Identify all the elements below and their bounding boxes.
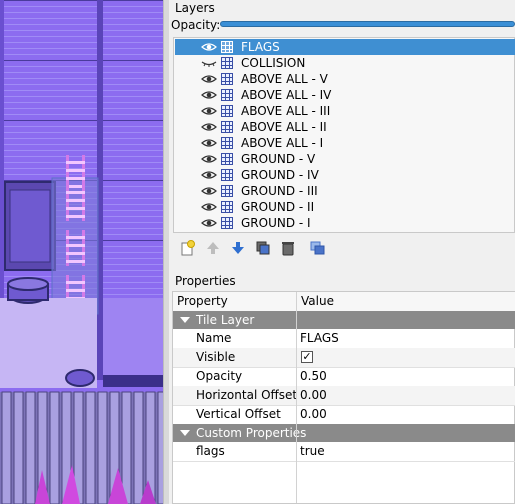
map-canvas[interactable] — [0, 0, 163, 504]
tile-layer-icon — [221, 185, 233, 197]
layer-row[interactable]: ABOVE ALL - V — [175, 71, 515, 87]
eye-closed-icon[interactable] — [201, 57, 217, 69]
layer-name: ABOVE ALL - IV — [241, 88, 332, 102]
properties-table: Property Value Tile Layer Name FLAGS Vis… — [172, 291, 515, 504]
eye-icon[interactable] — [201, 89, 217, 101]
layer-row[interactable]: ABOVE ALL - IV — [175, 87, 515, 103]
layer-toolbar — [179, 238, 333, 258]
collapse-arrow-icon[interactable] — [180, 430, 190, 436]
eye-icon[interactable] — [201, 73, 217, 85]
property-name: Vertical Offset — [196, 407, 281, 421]
layer-row[interactable]: GROUND - V — [175, 151, 515, 167]
property-row-opacity[interactable]: Opacity 0.50 — [173, 367, 515, 387]
group-label: Tile Layer — [196, 313, 255, 327]
eye-icon[interactable] — [201, 41, 217, 53]
group-custom-properties[interactable]: Custom Properties — [173, 424, 515, 442]
property-value[interactable]: 0.50 — [300, 369, 327, 383]
eye-icon[interactable] — [201, 153, 217, 165]
move-layer-down-icon — [232, 242, 244, 254]
move-layer-up-icon — [207, 242, 219, 254]
map-tiles — [0, 0, 163, 504]
property-row-horizontal-offset[interactable]: Horizontal Offset 0.00 — [173, 386, 515, 406]
layer-row[interactable]: FLAGS — [175, 39, 515, 55]
eye-icon[interactable] — [201, 137, 217, 149]
opacity-label: Opacity: — [171, 18, 221, 32]
duplicate-layer-button[interactable] — [254, 239, 272, 257]
property-row-visible[interactable]: Visible ✓ — [173, 348, 515, 368]
layer-name: ABOVE ALL - III — [241, 104, 331, 118]
property-row-vertical-offset[interactable]: Vertical Offset 0.00 — [173, 405, 515, 425]
layer-name: GROUND - I — [241, 216, 311, 230]
eye-icon[interactable] — [201, 169, 217, 181]
tile-layer-icon — [221, 73, 233, 85]
property-name: Opacity — [196, 369, 243, 383]
property-name: Horizontal Offset — [196, 388, 298, 402]
property-value[interactable]: FLAGS — [300, 331, 339, 345]
layer-row[interactable]: COLLISION — [175, 55, 515, 71]
tile-layer-icon — [221, 201, 233, 213]
eye-icon[interactable] — [201, 185, 217, 197]
tile-layer-icon — [221, 153, 233, 165]
properties-header: Property Value — [173, 292, 515, 312]
tile-layer-icon — [221, 41, 233, 53]
property-value[interactable]: true — [300, 444, 325, 458]
layer-row[interactable]: ABOVE ALL - III — [175, 103, 515, 119]
show-hide-others-icon — [310, 241, 325, 255]
properties-panel-title: Properties — [175, 274, 236, 288]
layer-name: GROUND - IV — [241, 168, 319, 182]
side-panel: Layers Opacity: FLAGS COLLISION ABOVE ALL … — [169, 0, 515, 504]
layer-row[interactable]: GROUND - I — [175, 215, 515, 231]
layer-name: ABOVE ALL - I — [241, 136, 324, 150]
property-name: flags — [196, 444, 225, 458]
value-column-header[interactable]: Value — [301, 294, 334, 308]
layer-name: ABOVE ALL - II — [241, 120, 327, 134]
tile-layer-icon — [221, 121, 233, 133]
move-layer-up-button[interactable] — [204, 239, 222, 257]
group-tile-layer[interactable]: Tile Layer — [173, 311, 515, 329]
layer-row[interactable]: GROUND - III — [175, 183, 515, 199]
tile-layer-icon — [221, 217, 233, 229]
layer-row[interactable]: ABOVE ALL - II — [175, 119, 515, 135]
eye-icon[interactable] — [201, 121, 217, 133]
visible-checkbox[interactable]: ✓ — [301, 351, 313, 363]
layer-name: GROUND - II — [241, 200, 315, 214]
property-value[interactable]: 0.00 — [300, 407, 327, 421]
layer-name: GROUND - III — [241, 184, 318, 198]
layer-name: COLLISION — [241, 56, 306, 70]
layer-name: GROUND - V — [241, 152, 316, 166]
eye-icon[interactable] — [201, 105, 217, 117]
collapse-arrow-icon[interactable] — [180, 317, 190, 323]
tile-layer-icon — [221, 89, 233, 101]
layer-row[interactable]: ABOVE ALL - I — [175, 135, 515, 151]
group-label: Custom Properties — [196, 426, 307, 440]
eye-icon[interactable] — [201, 201, 217, 213]
property-name: Name — [196, 331, 232, 345]
duplicate-layer-icon — [256, 241, 270, 255]
tile-layer-icon — [221, 57, 233, 69]
layer-row[interactable]: GROUND - IV — [175, 167, 515, 183]
delete-layer-button[interactable] — [279, 239, 297, 257]
layer-row[interactable]: GROUND - II — [175, 199, 515, 215]
property-name: Visible — [196, 350, 236, 364]
delete-layer-icon — [282, 242, 294, 256]
eye-icon[interactable] — [201, 217, 217, 229]
column-divider[interactable] — [296, 292, 297, 503]
property-column-header[interactable]: Property — [177, 294, 228, 308]
tile-layer-icon — [221, 105, 233, 117]
layer-name: ABOVE ALL - V — [241, 72, 328, 86]
layers-panel-title: Layers — [175, 1, 215, 15]
property-row-name[interactable]: Name FLAGS — [173, 329, 515, 349]
property-value[interactable]: 0.00 — [300, 388, 327, 402]
layer-list[interactable]: FLAGS COLLISION ABOVE ALL - V ABOVE ALL - I… — [173, 37, 515, 233]
opacity-slider[interactable] — [220, 21, 515, 27]
new-layer-button[interactable] — [179, 239, 197, 257]
tile-layer-icon — [221, 169, 233, 181]
layer-name: FLAGS — [241, 40, 280, 54]
move-layer-down-button[interactable] — [229, 239, 247, 257]
new-layer-icon — [181, 240, 195, 256]
show-hide-others-button[interactable] — [308, 239, 326, 257]
property-row-flags[interactable]: flags true — [173, 442, 515, 462]
tile-layer-icon — [221, 137, 233, 149]
